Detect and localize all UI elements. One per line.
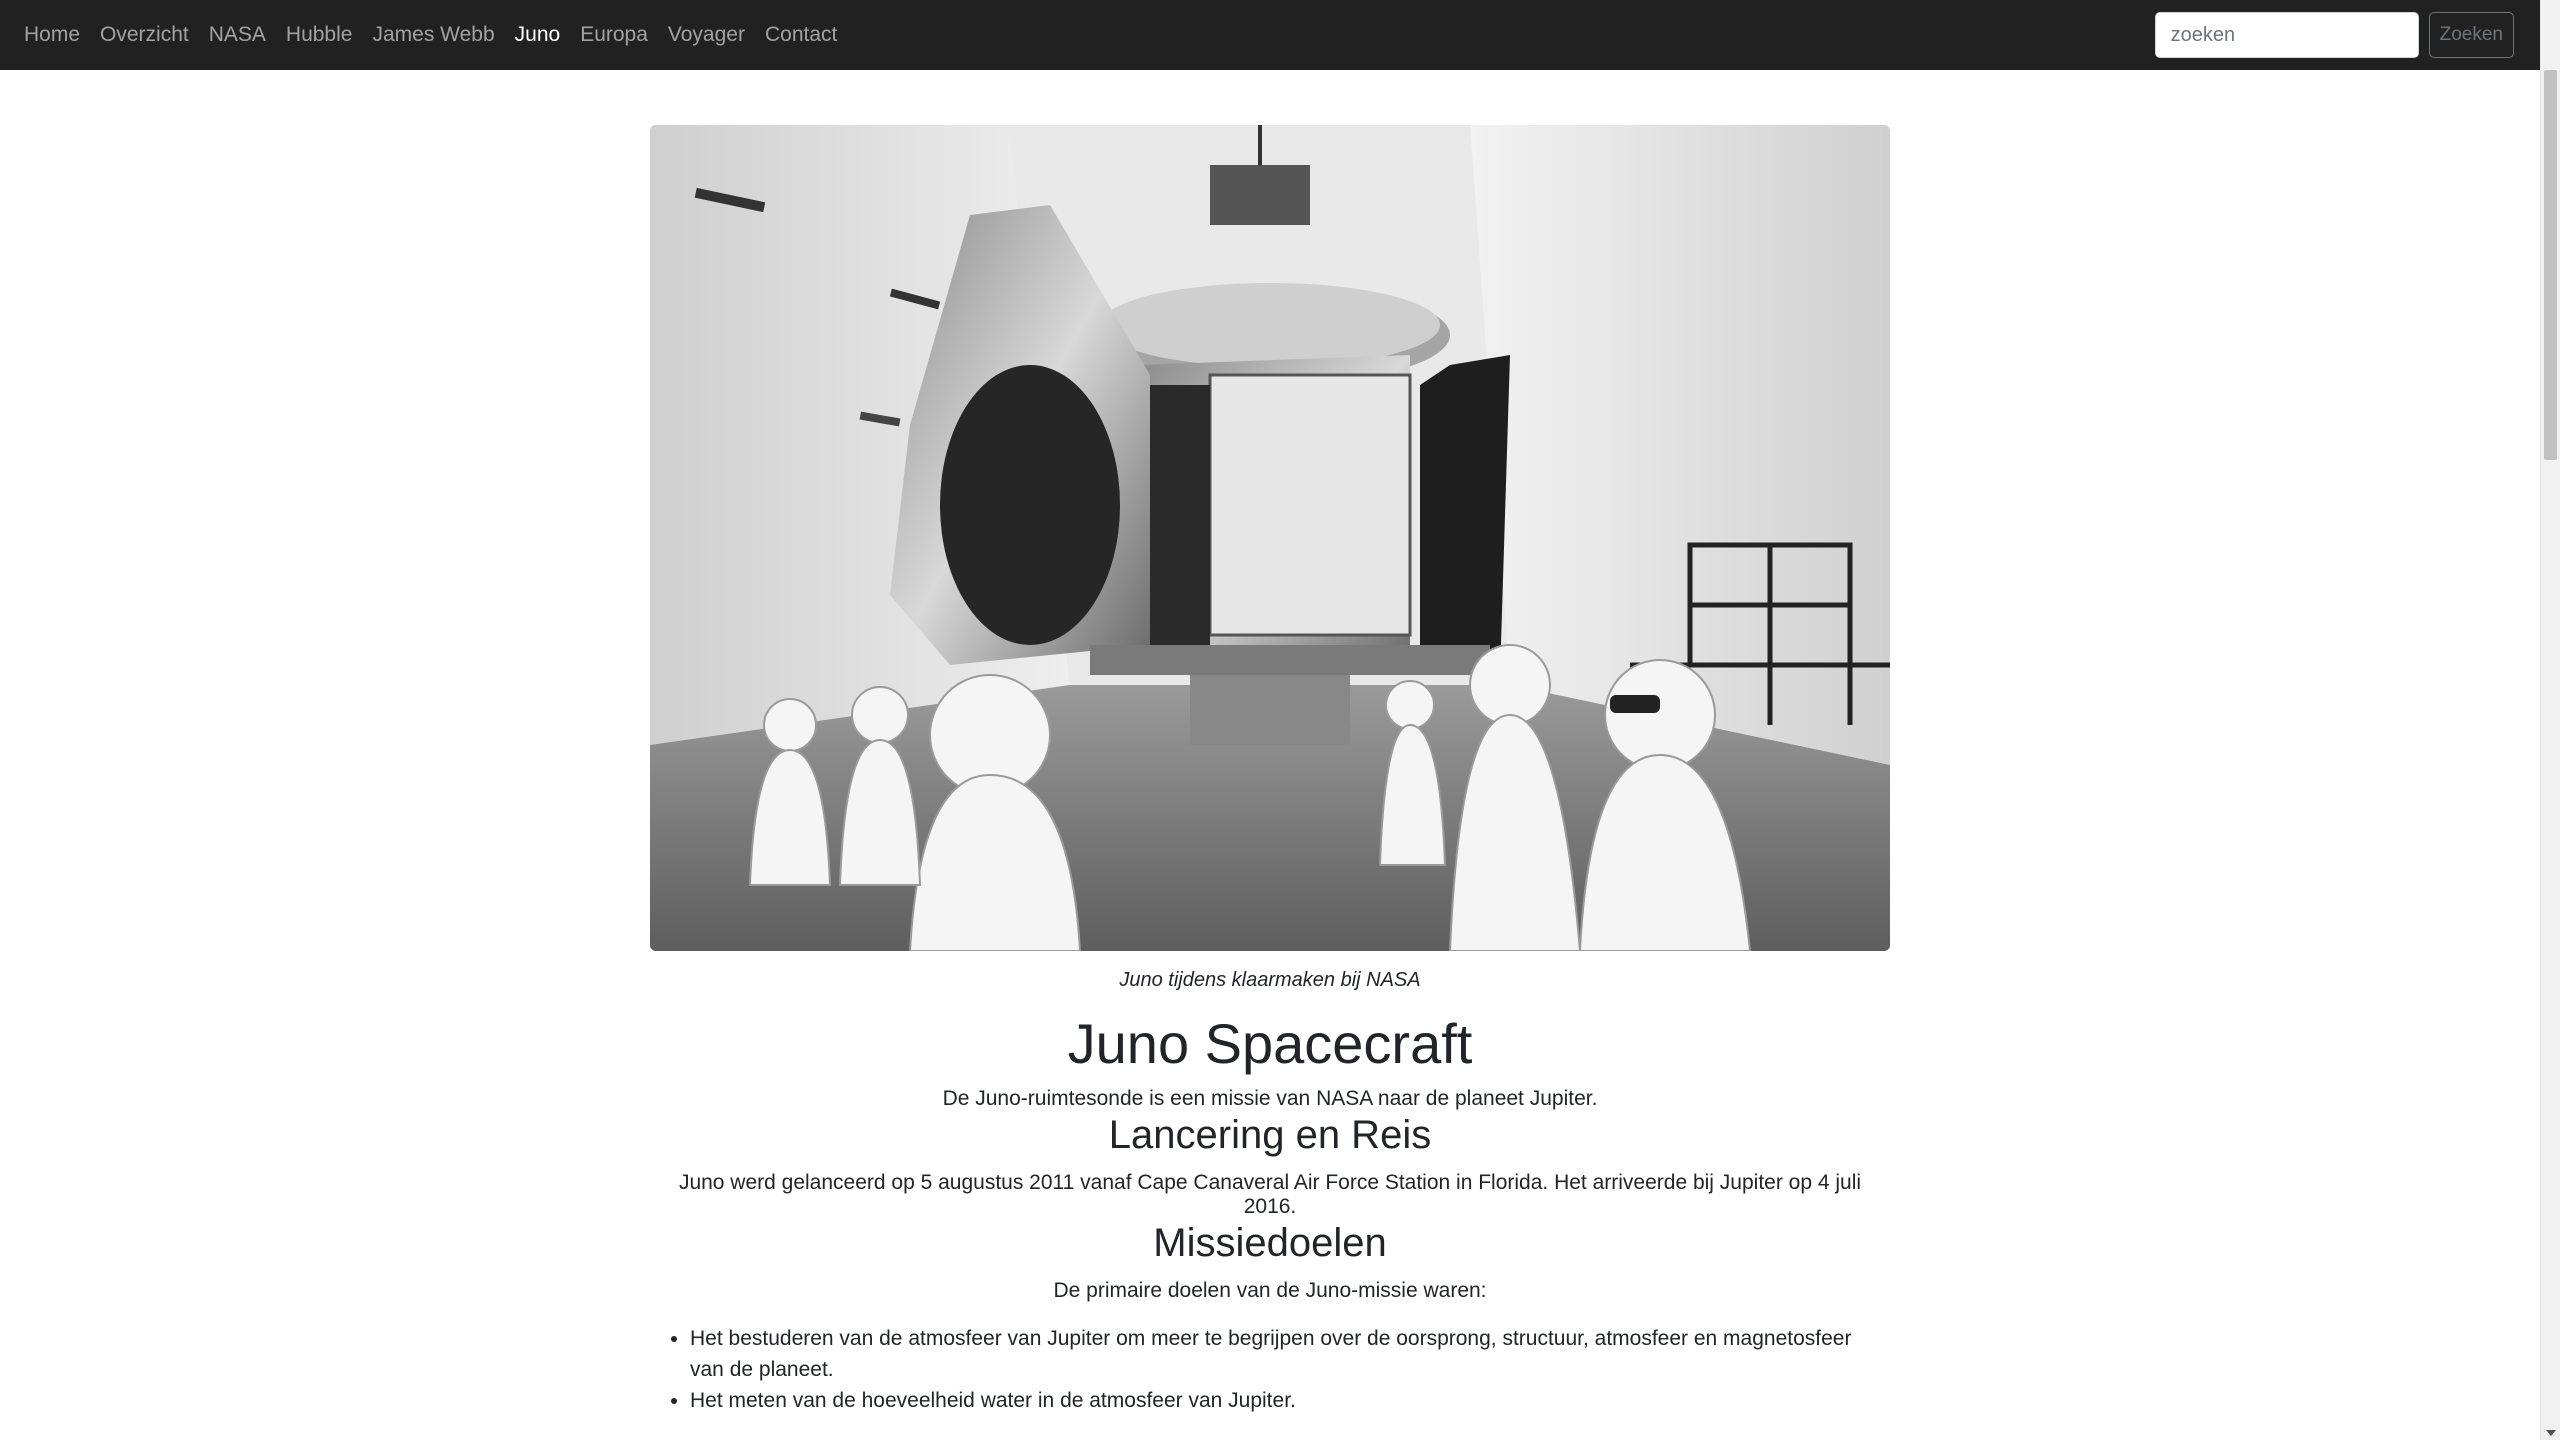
section-heading-lancering: Lancering en Reis xyxy=(1108,1113,1432,1158)
juno-spacecraft-photo xyxy=(650,125,1890,951)
nav-link-europa[interactable]: Europa xyxy=(570,0,658,70)
section-text-lancering: Juno werd gelanceerd op 5 augustus 2011 … xyxy=(678,1171,1862,1219)
nav-link-home[interactable]: Home xyxy=(16,0,90,70)
nav-link-contact[interactable]: Contact xyxy=(755,0,847,70)
nav-link-hubble[interactable]: Hubble xyxy=(276,0,363,70)
main-content: Juno tijdens klaarmaken bij NASA Juno Sp… xyxy=(650,125,1890,1416)
figure-caption: Juno tijdens klaarmaken bij NASA xyxy=(1119,969,1421,991)
page-title: Juno Spacecraft xyxy=(1067,1012,1473,1075)
list-item: Het meten van de hoeveelheid water in de… xyxy=(690,1385,1890,1416)
section-heading-missiedoelen: Missiedoelen xyxy=(1153,1221,1387,1266)
page-scrollbar[interactable] xyxy=(2540,0,2560,1440)
search-button[interactable]: Zoeken xyxy=(2428,12,2514,58)
scrollbar-thumb[interactable] xyxy=(2544,70,2557,460)
nav-link-overzicht[interactable]: Overzicht xyxy=(90,0,199,70)
section-text-missiedoelen: De primaire doelen van de Juno-missie wa… xyxy=(1053,1279,1487,1303)
nav-link-juno[interactable]: Juno xyxy=(505,0,571,70)
intro-text: De Juno-ruimtesonde is een missie van NA… xyxy=(942,1087,1598,1111)
nav-links: Home Overzicht NASA Hubble James Webb Ju… xyxy=(16,0,847,70)
search-form: Zoeken xyxy=(2154,12,2524,58)
nav-link-james-webb[interactable]: James Webb xyxy=(362,0,504,70)
nav-link-nasa[interactable]: NASA xyxy=(199,0,276,70)
nav-link-voyager[interactable]: Voyager xyxy=(658,0,755,70)
scroll-down-arrow-icon[interactable] xyxy=(2546,1430,2556,1436)
search-input[interactable] xyxy=(2154,12,2419,58)
top-navbar: Home Overzicht NASA Hubble James Webb Ju… xyxy=(0,0,2540,70)
mission-goals-list: Het bestuderen van de atmosfeer van Jupi… xyxy=(650,1323,1890,1416)
list-item: Het bestuderen van de atmosfeer van Jupi… xyxy=(690,1323,1890,1385)
